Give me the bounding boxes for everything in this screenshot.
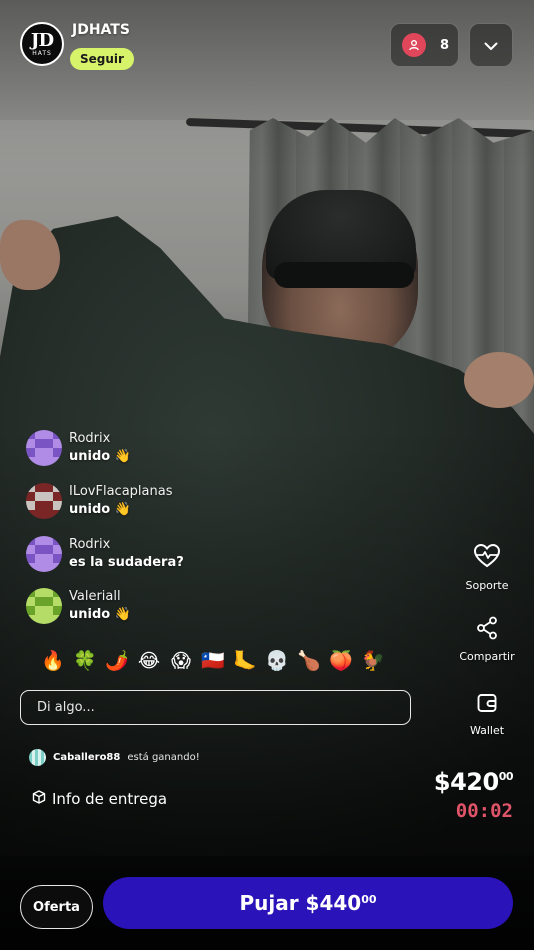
follow-button[interactable]: Seguir (70, 48, 134, 70)
bid-label: Pujar $440 (239, 891, 362, 915)
wallet-icon (476, 692, 498, 718)
bid-cents: 00 (361, 893, 377, 906)
reaction-button[interactable]: 🍀 (72, 648, 98, 674)
chat-username[interactable]: Rodrix (69, 536, 184, 554)
avatar[interactable] (26, 430, 62, 466)
chat-username[interactable]: Rodrix (69, 430, 131, 448)
reaction-button[interactable]: 🌶️ (104, 648, 130, 674)
chat-message: Rodrix es la sudadera? (26, 536, 184, 572)
chat-message: ILovFlacaplanas unido 👋 (26, 483, 172, 519)
reaction-button[interactable]: 🔥 (40, 648, 66, 674)
avatar[interactable] (26, 536, 62, 572)
chevron-down-icon (484, 36, 498, 55)
avatar[interactable] (26, 588, 62, 624)
auction-timer: 00:02 (455, 800, 513, 822)
support-label: Soporte (465, 579, 509, 592)
reaction-button[interactable]: 🐓 (360, 648, 386, 674)
shop-logo[interactable]: JD HATS (20, 22, 64, 66)
price-main: $420 (433, 768, 499, 796)
reaction-button[interactable]: 🦶 (232, 648, 258, 674)
reaction-button[interactable]: 🍗 (296, 648, 322, 674)
winning-bidder: Caballero88 está ganando! (29, 749, 200, 766)
reaction-bar: 🔥 🍀 🌶️ 😂 😱 🇨🇱 🦶 💀 🍗 🍑 🐓 (40, 648, 386, 674)
chat-message: Rodrix unido 👋 (26, 430, 131, 466)
chat-text: es la sudadera? (69, 555, 184, 570)
heart-pulse-icon (473, 543, 501, 573)
reaction-button[interactable]: 💀 (264, 648, 290, 674)
shop-name[interactable]: JDHATS (72, 22, 130, 38)
chat-username[interactable]: Valeriall (69, 588, 131, 606)
bid-button[interactable]: Pujar $44000 (103, 877, 513, 929)
chat-message: Valeriall unido 👋 (26, 588, 131, 624)
viewer-count-button[interactable]: 8 (390, 23, 459, 67)
avatar (29, 749, 46, 766)
logo-subtext: HATS (32, 49, 52, 57)
delivery-label: Info de entrega (52, 790, 168, 808)
reaction-button[interactable]: 😂 (136, 648, 162, 674)
wallet-label: Wallet (469, 724, 505, 737)
avatar[interactable] (26, 483, 62, 519)
user-icon (402, 33, 426, 57)
share-icon (476, 616, 498, 644)
reaction-button[interactable]: 🇨🇱 (200, 648, 226, 674)
reaction-button[interactable]: 🍑 (328, 648, 354, 674)
chat-username[interactable]: ILovFlacaplanas (69, 483, 172, 501)
collapse-button[interactable] (469, 23, 513, 67)
chat-input[interactable] (20, 690, 411, 725)
current-price: $42000 (433, 768, 514, 796)
offer-button[interactable]: Oferta (20, 885, 93, 929)
winning-user: Caballero88 (53, 752, 121, 763)
support-tool[interactable]: Soporte (447, 543, 527, 592)
chat-text: unido 👋 (69, 502, 131, 517)
reaction-button[interactable]: 😱 (168, 648, 194, 674)
price-cents: 00 (498, 770, 514, 783)
delivery-info-link[interactable]: Info de entrega (32, 790, 167, 808)
share-tool[interactable]: Compartir (447, 616, 527, 663)
logo-text: JD (30, 29, 54, 51)
viewer-count: 8 (440, 37, 450, 53)
wallet-tool[interactable]: Wallet (447, 692, 527, 737)
chat-text: unido 👋 (69, 449, 131, 464)
chat-text: unido 👋 (69, 607, 131, 622)
winning-text: está ganando! (127, 752, 200, 763)
package-icon (32, 790, 46, 808)
share-label: Compartir (459, 650, 515, 663)
